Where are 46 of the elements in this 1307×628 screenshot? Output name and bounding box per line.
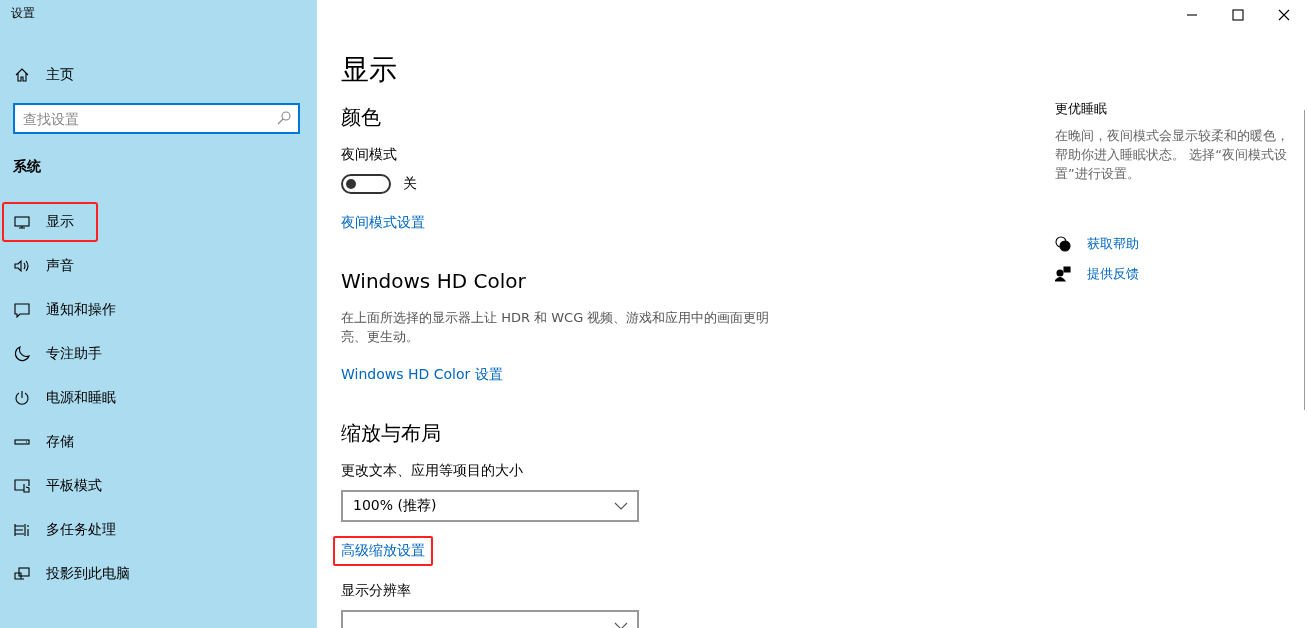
- nav-item[interactable]: 显示: [2, 202, 98, 242]
- close-icon: [1276, 7, 1292, 23]
- nav-item[interactable]: 平板模式: [2, 466, 302, 506]
- scrollbar[interactable]: [1304, 110, 1305, 410]
- aside-text: 在晚间，夜间模式会显示较柔和的暖色，帮助你进入睡眠状态。 选择“夜间模式设置”进行设置。: [1055, 127, 1290, 183]
- setting-label: 显示分辨率: [341, 582, 412, 600]
- toggle-state: 关: [403, 175, 417, 193]
- speaker-icon: [14, 258, 30, 274]
- help-link[interactable]: 提供反馈: [1055, 265, 1139, 283]
- maximize-icon: [1230, 7, 1246, 23]
- settings-link[interactable]: 高级缩放设置: [333, 536, 433, 566]
- section-heading: 缩放与布局: [341, 420, 442, 446]
- nav-item[interactable]: 电源和睡眠: [2, 378, 302, 418]
- nav-item[interactable]: 多任务处理: [2, 510, 302, 550]
- home-nav-item[interactable]: 主页: [0, 62, 317, 88]
- dropdown[interactable]: 100% (推荐): [341, 490, 639, 522]
- nav-item[interactable]: 存储: [2, 422, 302, 462]
- nav-item[interactable]: 声音: [2, 246, 302, 286]
- moon-icon: [14, 346, 30, 362]
- person-feedback-icon: [1055, 266, 1071, 282]
- search-icon: [276, 110, 292, 126]
- nav-item[interactable]: 投影到此电脑: [2, 554, 302, 594]
- home-icon: [14, 67, 30, 83]
- nav-item[interactable]: 专注助手: [2, 334, 302, 374]
- tablet-icon: [14, 478, 30, 494]
- monitor-icon: [14, 214, 30, 230]
- settings-link[interactable]: Windows HD Color 设置: [333, 360, 511, 390]
- window-title: 设置: [10, 5, 36, 22]
- section-heading: Windows HD Color: [341, 268, 527, 294]
- help-link[interactable]: 获取帮助: [1055, 235, 1139, 253]
- section-heading: 颜色: [341, 104, 382, 130]
- settings-link[interactable]: 夜间模式设置: [333, 208, 433, 238]
- minimize-icon: [1187, 14, 1197, 16]
- setting-label: 更改文本、应用等项目的大小: [341, 462, 524, 480]
- setting-label: 夜间模式: [341, 146, 398, 164]
- page-title: 显示: [341, 52, 398, 88]
- message-icon: [14, 302, 30, 318]
- section-heading: 系统: [13, 158, 42, 176]
- search-field[interactable]: 查找设置: [13, 103, 300, 134]
- description-text: 在上面所选择的显示器上让 HDR 和 WCG 视频、游戏和应用中的画面更明亮、更生动。: [341, 309, 771, 346]
- multitask-icon: [14, 522, 30, 538]
- toggle-switch[interactable]: [341, 174, 391, 194]
- projector-icon: [14, 566, 30, 582]
- aside-heading: 更优睡眠: [1055, 100, 1108, 118]
- power-icon: [14, 390, 30, 406]
- nav-item[interactable]: 通知和操作: [2, 290, 302, 330]
